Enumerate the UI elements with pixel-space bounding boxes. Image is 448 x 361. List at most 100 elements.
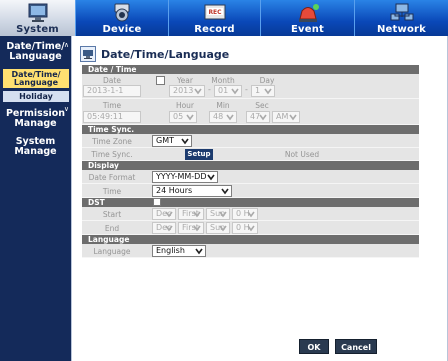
page-title: Date/Time/Language: [101, 47, 230, 61]
dst-label: DST: [88, 198, 105, 207]
dst-checkbox[interactable]: [153, 198, 161, 206]
month-select[interactable]: 01: [214, 85, 242, 97]
chevron-down-icon: [226, 114, 234, 121]
record-badge: REC: [208, 9, 222, 16]
date-separator: -: [245, 85, 248, 94]
dst-end-row: End Dec First Sun 0 H: [82, 221, 419, 235]
language-row: Language English: [82, 244, 419, 258]
sidebar-subitem-label: Holiday: [19, 92, 53, 101]
chevron-down-icon: [165, 211, 173, 218]
year-value: 2013: [173, 86, 194, 95]
dvr-setup-window: System Device REC Record Event Network D…: [0, 0, 448, 361]
tab-record[interactable]: REC Record: [168, 0, 260, 36]
sidebar-subitem-holiday[interactable]: Holiday: [3, 91, 69, 102]
time-sync-status: Not Used: [284, 150, 320, 159]
time-format-value: 24 Hours: [156, 186, 193, 195]
sec-label: Sec: [255, 101, 269, 110]
tab-label: Record: [194, 24, 235, 35]
minute-select[interactable]: 48: [209, 111, 237, 123]
time-sync-row: Time Sync. Setup Not Used: [82, 148, 419, 161]
time-format-label: Time: [102, 187, 122, 196]
year-select[interactable]: 2013: [169, 85, 205, 97]
date-checkbox[interactable]: [156, 76, 165, 85]
chevron-down-icon: [219, 225, 227, 232]
sidebar-item-label: Manage: [14, 146, 57, 157]
tab-label: Device: [102, 24, 142, 35]
language-value: English: [156, 246, 185, 255]
setup-button[interactable]: Setup: [185, 149, 213, 160]
dst-start-weekday-select[interactable]: Sun: [206, 208, 230, 220]
day-label: Day: [259, 76, 275, 85]
date-format-value: YYYY-MM-DD: [156, 172, 207, 181]
language-select[interactable]: English: [152, 245, 206, 257]
page-header: Date/Time/Language: [80, 44, 229, 64]
dst-end-week-select[interactable]: First: [178, 222, 204, 234]
timezone-value: GMT: [156, 136, 174, 145]
tab-device[interactable]: Device: [75, 0, 168, 36]
date-format-label: Date Format: [88, 173, 136, 182]
dst-start-week-select[interactable]: First: [178, 208, 204, 220]
chevron-down-icon: [194, 88, 202, 95]
sidebar-item-label: Language: [9, 51, 62, 62]
tab-label: Event: [290, 24, 325, 35]
sidebar-subitem-label: Language: [13, 78, 59, 87]
tab-event[interactable]: Event: [260, 0, 354, 36]
network-icon: [390, 3, 413, 21]
date-separator: -: [208, 85, 211, 94]
min-label: Min: [216, 101, 230, 110]
ampm-select[interactable]: AM: [272, 111, 300, 123]
hour-select[interactable]: 05: [169, 111, 197, 123]
date-format-select[interactable]: YYYY-MM-DD: [152, 171, 218, 183]
ampm-value: AM: [276, 112, 289, 121]
top-nav: System Device REC Record Event Network: [0, 0, 448, 36]
dst-end-weekday-select[interactable]: Sun: [206, 222, 230, 234]
dst-start-row: Start Dec First Sun 0 H: [82, 207, 419, 221]
ok-button[interactable]: OK: [299, 339, 329, 354]
tab-label: System: [16, 24, 59, 35]
time-format-select[interactable]: 24 Hours: [152, 185, 232, 197]
chevron-down-icon: [247, 211, 255, 218]
date-format-row: Date Format YYYY-MM-DD: [82, 170, 419, 184]
month-label: Month: [211, 76, 235, 85]
minute-value: 48: [213, 112, 224, 121]
chevron-down-icon: [289, 114, 297, 121]
sidebar-subitem-date-time-language[interactable]: Date/Time/ Language: [3, 69, 69, 88]
section-header-time-sync: Time Sync.: [82, 125, 419, 134]
day-value: 1: [255, 86, 261, 95]
dst-start-month-select[interactable]: Dec: [152, 208, 176, 220]
dst-start-hour-select[interactable]: 0 H: [232, 208, 258, 220]
timezone-select[interactable]: GMT: [152, 135, 192, 147]
record-icon: REC: [204, 4, 225, 20]
sidebar-item-permission-manage[interactable]: Permission Manage: [0, 109, 71, 129]
sidebar-item-date-time-language[interactable]: Date/Time/ Language: [0, 42, 71, 62]
monitor-icon: [80, 46, 96, 62]
tab-system[interactable]: System: [0, 0, 75, 36]
chevron-down-icon: [221, 188, 229, 195]
timezone-label: Time Zone: [92, 137, 132, 146]
time-sync-label: Time Sync.: [91, 150, 133, 159]
chevron-down-icon: [195, 248, 203, 255]
alarm-icon: [298, 4, 319, 22]
second-select[interactable]: 47: [246, 111, 270, 123]
tab-network[interactable]: Network: [354, 0, 448, 36]
chevron-down-icon: [193, 225, 201, 232]
section-header-date-time: Date / Time: [82, 65, 419, 74]
chevron-down-icon: [259, 114, 267, 121]
hour-label: Hour: [175, 101, 195, 110]
dst-end-hour-select[interactable]: 0 H: [232, 222, 258, 234]
day-select[interactable]: 1: [251, 85, 275, 97]
dst-end-month-select[interactable]: Dec: [152, 222, 176, 234]
date-label: Date: [103, 76, 121, 85]
cancel-button[interactable]: Cancel: [335, 339, 377, 354]
chevron-down-icon: [193, 211, 201, 218]
dst-start-label: Start: [102, 210, 122, 219]
collapse-caret-icon[interactable]: ∧: [64, 42, 69, 49]
time-row: Time 05:49:11 Hour Min Sec 05 48 47 AM: [82, 99, 419, 125]
sidebar-item-system-manage[interactable]: System Manage: [0, 137, 71, 157]
chevron-down-icon: [231, 88, 239, 95]
collapse-caret-icon[interactable]: ∨: [64, 106, 69, 113]
chevron-down-icon: [165, 225, 173, 232]
chevron-down-icon: [219, 211, 227, 218]
month-value: 01: [218, 86, 229, 95]
camera-icon: [114, 3, 130, 22]
